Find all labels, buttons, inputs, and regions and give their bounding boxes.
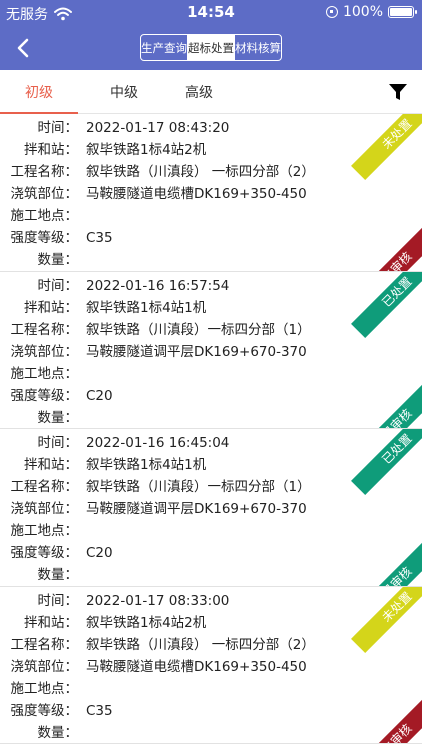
part-value: 马鞍腰隧道电缆槽DK169+350-450 xyxy=(86,186,307,202)
segment-material-accounting[interactable]: 材料核算 xyxy=(234,35,281,60)
qty-label: 数量： xyxy=(37,409,79,426)
tab-advanced[interactable]: 高级 xyxy=(159,70,239,113)
station-value: 叙毕铁路1标4站2机 xyxy=(86,142,207,158)
site-label: 施工地点： xyxy=(10,523,79,539)
grade-label: 强度等级： xyxy=(10,702,79,719)
part-value: 马鞍腰隧道调平层DK169+670-370 xyxy=(86,343,307,360)
grade-label: 强度等级： xyxy=(10,230,79,246)
tab-primary[interactable]: 初级 xyxy=(0,70,78,113)
filter-icon xyxy=(389,84,407,100)
time-label: 时间： xyxy=(37,592,79,609)
grade-label: 强度等级： xyxy=(10,387,79,404)
filter-button[interactable] xyxy=(388,82,408,102)
app-header: 无服务 14:54 100% 生产查询 超标处置 材料核算 xyxy=(0,0,422,70)
record-item[interactable]: 时间： 2022-01-17 08:43:20 拌和站： 叙毕铁路1标4站2机 工程… xyxy=(0,114,422,272)
time-label: 时间： xyxy=(37,277,79,294)
review-status-ribbon: 已审核 xyxy=(351,535,422,586)
chevron-left-icon xyxy=(17,38,29,58)
review-status-ribbon: 已审核 xyxy=(351,378,422,429)
grade-label: 强度等级： xyxy=(10,545,79,561)
time-value: 2022-01-17 08:33:00 xyxy=(86,592,230,609)
time-label: 时间： xyxy=(37,120,79,136)
grade-value: C35 xyxy=(86,230,113,246)
project-label: 工程名称： xyxy=(10,321,79,338)
review-status-ribbon: 未审核 xyxy=(351,693,422,744)
back-button[interactable] xyxy=(12,36,36,60)
station-label: 拌和站： xyxy=(24,614,78,631)
wifi-icon xyxy=(54,7,72,21)
review-status-ribbon: 未审核 xyxy=(351,220,422,271)
segment-overlimit-handling[interactable]: 超标处置 xyxy=(187,35,234,60)
project-value: 叙毕铁路（川滇段） 一标四分部（2） xyxy=(86,164,315,180)
status-right: 100% xyxy=(325,4,417,20)
station-label: 拌和站： xyxy=(24,299,78,316)
time-value: 2022-01-16 16:45:04 xyxy=(86,435,230,451)
record-item[interactable]: 时间： 2022-01-16 16:45:04 拌和站： 叙毕铁路1标4站1机 工程… xyxy=(0,429,422,587)
station-value: 叙毕铁路1标4站1机 xyxy=(86,299,207,316)
battery-percent: 100% xyxy=(342,4,383,20)
station-value: 叙毕铁路1标4站1机 xyxy=(86,457,207,473)
station-label: 拌和站： xyxy=(24,142,78,158)
level-tabs: 初级 中级 高级 xyxy=(0,70,422,114)
time-value: 2022-01-17 08:43:20 xyxy=(86,120,230,136)
status-left: 无服务 xyxy=(6,4,72,24)
time-value: 2022-01-16 16:57:54 xyxy=(86,277,230,294)
carrier-label: 无服务 xyxy=(6,7,48,23)
project-label: 工程名称： xyxy=(10,636,79,653)
project-value: 叙毕铁路（川滇段）一标四分部（1） xyxy=(86,321,311,338)
dispose-status-ribbon: 已处置 xyxy=(351,429,422,495)
site-label: 施工地点： xyxy=(10,208,79,224)
project-label: 工程名称： xyxy=(10,479,79,495)
tab-intermediate[interactable]: 中级 xyxy=(84,70,164,113)
part-value: 马鞍腰隧道电缆槽DK169+350-450 xyxy=(86,658,307,675)
dispose-status-ribbon: 已处置 xyxy=(351,271,422,338)
record-item[interactable]: 时间： 2022-01-16 16:57:54 拌和站： 叙毕铁路1标4站1机 工程… xyxy=(0,271,422,429)
record-list: 时间： 2022-01-17 08:43:20 拌和站： 叙毕铁路1标4站2机 工程… xyxy=(0,114,422,750)
part-value: 马鞍腰隧道调平层DK169+670-370 xyxy=(86,501,307,517)
segment-production-query[interactable]: 生产查询 xyxy=(141,35,187,60)
battery-fill xyxy=(390,8,412,16)
part-label: 浇筑部位： xyxy=(10,343,79,360)
segment-control: 生产查询 超标处置 材料核算 xyxy=(140,34,282,61)
grade-value: C20 xyxy=(86,387,113,404)
dispose-status-ribbon: 未处置 xyxy=(351,114,422,180)
qty-label: 数量： xyxy=(37,724,79,741)
station-value: 叙毕铁路1标4站2机 xyxy=(86,614,207,631)
status-bar: 无服务 14:54 100% xyxy=(0,0,422,26)
station-label: 拌和站： xyxy=(24,457,78,473)
time-label: 时间： xyxy=(37,435,79,451)
part-label: 浇筑部位： xyxy=(10,501,79,517)
qty-label: 数量： xyxy=(37,252,79,268)
part-label: 浇筑部位： xyxy=(10,186,79,202)
dispose-status-ribbon: 未处置 xyxy=(351,586,422,653)
part-label: 浇筑部位： xyxy=(10,658,79,675)
grade-value: C35 xyxy=(86,702,113,719)
project-value: 叙毕铁路（川滇段）一标四分部（1） xyxy=(86,479,311,495)
orientation-lock-icon xyxy=(325,6,338,18)
project-value: 叙毕铁路（川滇段） 一标四分部（2） xyxy=(86,636,315,653)
record-item[interactable]: 时间： 2022-01-17 08:33:00 拌和站： 叙毕铁路1标4站2机 工程… xyxy=(0,586,422,744)
project-label: 工程名称： xyxy=(10,164,79,180)
battery-icon xyxy=(388,6,417,18)
site-label: 施工地点： xyxy=(10,680,79,697)
site-label: 施工地点： xyxy=(10,365,79,382)
grade-value: C20 xyxy=(86,545,113,561)
qty-label: 数量： xyxy=(37,567,79,583)
